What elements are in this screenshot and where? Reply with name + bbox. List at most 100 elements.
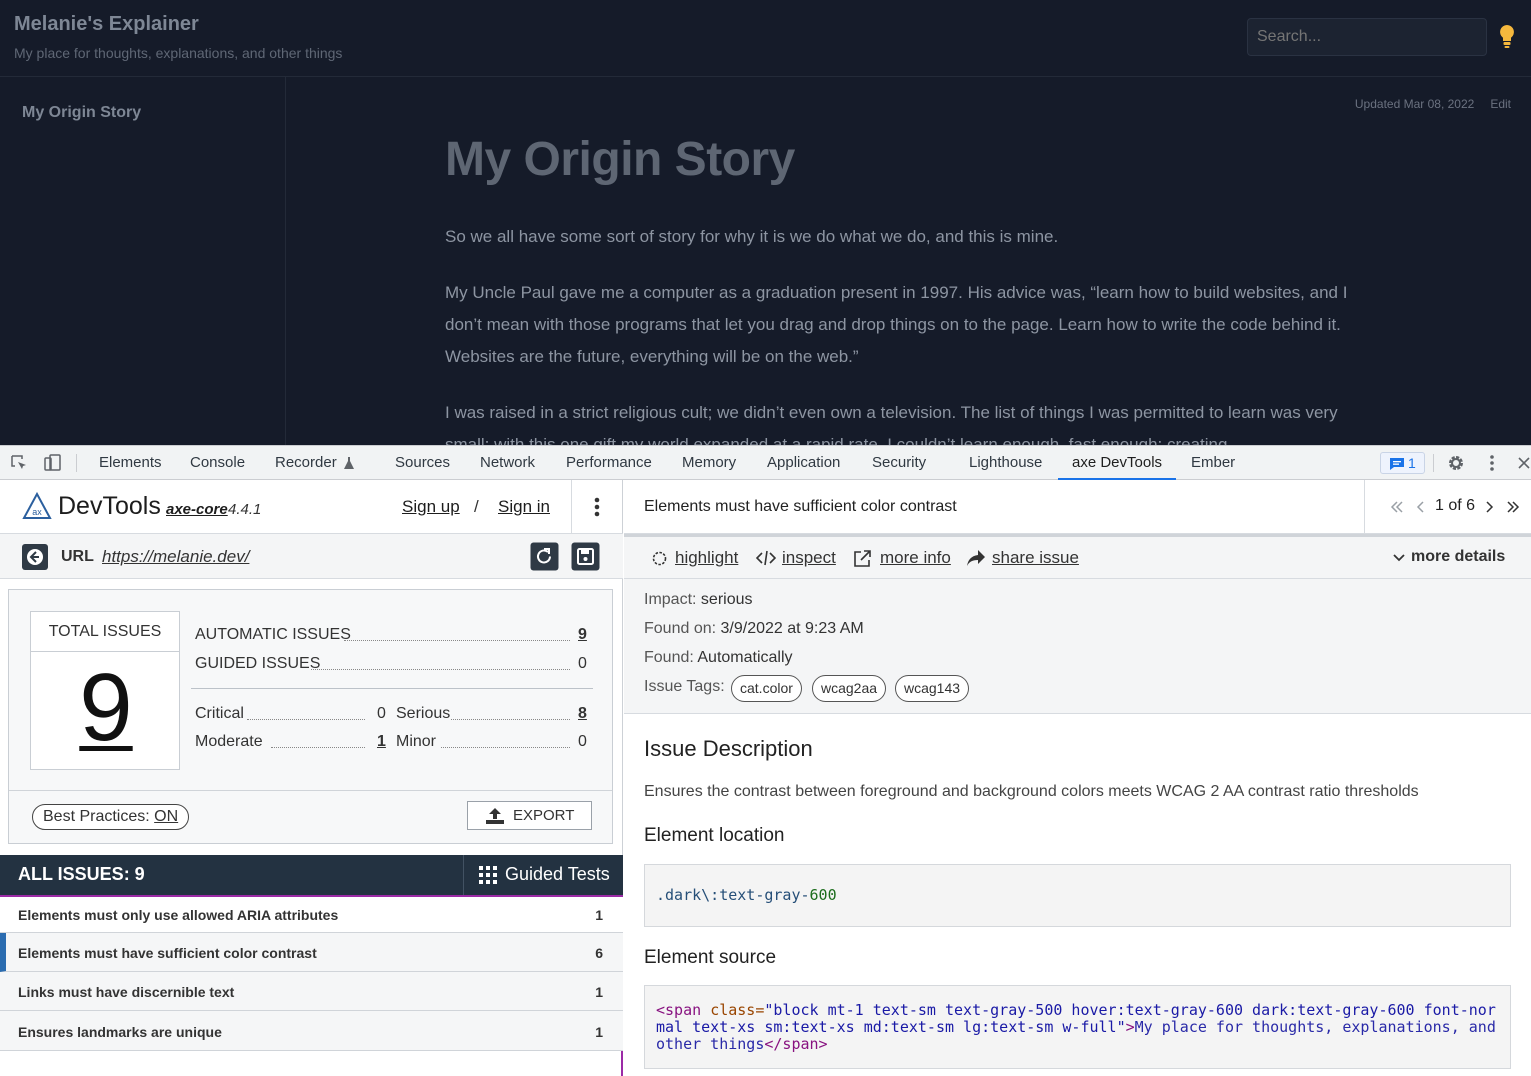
inspect-button[interactable]: inspect	[782, 548, 836, 568]
issue-detail-header: Elements must have sufficient color cont…	[624, 480, 1531, 534]
tab-console[interactable]: Console	[190, 446, 245, 480]
issue-count: 1	[595, 984, 603, 1000]
tab-security[interactable]: Security	[872, 446, 926, 480]
best-practices-value: ON	[154, 808, 179, 825]
search-input[interactable]	[1247, 18, 1487, 56]
grid-icon	[479, 866, 497, 884]
axe-core-link[interactable]: axe-core	[166, 501, 228, 518]
best-practices-label: Best Practices:	[43, 808, 150, 825]
automatic-issues-label: AUTOMATIC ISSUES	[195, 626, 351, 643]
element-source-code[interactable]: <span class="block mt-1 text-sm text-gra…	[644, 985, 1511, 1069]
total-issues-box: TOTAL ISSUES 9	[30, 611, 180, 770]
share-issue-button[interactable]: share issue	[992, 548, 1079, 568]
found-label: Found:	[644, 649, 694, 666]
tab-performance[interactable]: Performance	[566, 446, 652, 480]
rescan-icon[interactable]	[530, 542, 559, 571]
share-icon	[967, 550, 985, 566]
gear-icon[interactable]	[1447, 454, 1465, 472]
issue-row[interactable]: Links must have discernible text 1	[0, 972, 623, 1011]
axe-panel: ax DevTools axe-core 4.4.1 Sign up / Sig…	[0, 480, 1531, 1076]
paragraph-1: So we all have some sort of story for wh…	[445, 227, 1059, 246]
issue-info: Impact: serious Found on: 3/9/2022 at 9:…	[624, 579, 1531, 714]
lightbulb-icon[interactable]	[1498, 24, 1516, 50]
export-button[interactable]: EXPORT	[467, 801, 592, 830]
issue-description-text: Ensures the contrast between foreground …	[644, 783, 1419, 800]
device-toolbar-icon[interactable]	[44, 454, 62, 472]
tab-recorder[interactable]: Recorder	[275, 446, 337, 480]
found-on-value: 3/9/2022 at 9:23 AM	[720, 620, 864, 637]
tab-ember[interactable]: Ember	[1191, 446, 1235, 480]
source-attr-name: class=	[710, 1001, 765, 1019]
source-tag-close: </span>	[764, 1035, 828, 1053]
element-location-heading: Element location	[644, 825, 785, 846]
tab-lighthouse[interactable]: Lighthouse	[969, 446, 1042, 480]
updated-date: Updated Mar 08, 2022	[1354, 97, 1475, 111]
total-issues-count[interactable]: 9	[31, 658, 181, 758]
issue-description-heading: Issue Description	[644, 736, 813, 761]
tab-memory[interactable]: Memory	[682, 446, 736, 480]
moderate-label: Moderate	[195, 733, 263, 750]
moderate-count[interactable]: 1	[377, 733, 386, 751]
axe-brand-name: DevTools	[58, 492, 161, 520]
issue-tag: wcag143	[895, 675, 970, 702]
best-practices-toggle[interactable]: Best Practices: ON	[32, 804, 190, 830]
more-info-button[interactable]: more info	[880, 548, 951, 568]
scanned-url-link[interactable]: https://melanie.dev/	[102, 547, 249, 567]
tab-sources[interactable]: Sources	[395, 446, 450, 480]
tab-network[interactable]: Network	[480, 446, 535, 480]
issue-row[interactable]: Ensures landmarks are unique 1	[0, 1011, 623, 1051]
axe-logo-icon: ax	[22, 492, 52, 519]
issue-summary: TOTAL ISSUES 9 AUTOMATIC ISSUES 9 GUIDED…	[8, 589, 613, 844]
sign-in-link[interactable]: Sign in	[498, 497, 550, 517]
sign-up-link[interactable]: Sign up	[402, 497, 460, 517]
all-issues-header: ALL ISSUES: 9 Guided Tests	[0, 855, 623, 895]
previous-page-icon[interactable]	[1416, 500, 1426, 514]
element-location-code[interactable]: .dark\:text-gray-600	[644, 864, 1511, 927]
axe-left-pane: ax DevTools axe-core 4.4.1 Sign up / Sig…	[0, 480, 623, 1076]
guided-tests-button[interactable]: Guided Tests	[463, 855, 623, 895]
sidebar-item-origin-story[interactable]: My Origin Story	[22, 104, 141, 122]
total-issues-label: TOTAL ISSUES	[31, 612, 179, 652]
toolbar-divider	[1433, 454, 1434, 472]
issues-counter[interactable]: 1	[1380, 452, 1425, 474]
issue-row-selected[interactable]: Elements must have sufficient color cont…	[0, 933, 623, 972]
issue-tag: cat.color	[731, 675, 802, 702]
issue-row[interactable]: Elements must only use allowed ARIA attr…	[0, 895, 623, 933]
page-meta: Updated Mar 08, 2022 Edit	[1339, 97, 1511, 111]
tab-application[interactable]: Application	[767, 446, 840, 480]
highlight-button[interactable]: highlight	[675, 548, 738, 568]
critical-label: Critical	[195, 705, 244, 722]
back-arrow-icon[interactable]	[21, 543, 49, 571]
edit-link[interactable]: Edit	[1490, 97, 1511, 111]
tab-elements[interactable]: Elements	[99, 446, 162, 480]
more-details-button[interactable]: more details	[1411, 548, 1505, 566]
inspect-element-icon[interactable]	[10, 454, 28, 472]
serious-count[interactable]: 8	[578, 705, 587, 723]
highlight-icon	[652, 551, 667, 566]
site-sidebar: My Origin Story	[0, 77, 286, 445]
toolbar-divider	[76, 454, 77, 472]
site-title[interactable]: Melanie's Explainer	[14, 13, 199, 36]
leader-dots	[247, 719, 365, 720]
guided-tests-label: Guided Tests	[505, 864, 610, 884]
last-page-icon[interactable]	[1506, 500, 1520, 514]
leader-dots	[311, 669, 570, 670]
leader-dots	[344, 640, 570, 641]
kebab-menu-icon[interactable]	[1484, 454, 1500, 472]
message-icon	[1390, 458, 1404, 470]
save-icon[interactable]	[571, 542, 600, 571]
summary-divider	[191, 688, 593, 689]
kebab-menu-icon[interactable]	[588, 496, 606, 518]
tab-axe-devtools[interactable]: axe DevTools	[1058, 446, 1177, 480]
close-icon[interactable]	[1517, 456, 1531, 470]
automatic-issues-count[interactable]: 9	[578, 626, 587, 644]
issue-count: 6	[595, 945, 603, 961]
devtools-tabbar: Elements Console Recorder Sources Networ…	[0, 445, 1531, 480]
critical-count: 0	[377, 705, 386, 722]
paragraph-2: My Uncle Paul gave me a computer as a gr…	[445, 283, 1348, 366]
next-page-icon[interactable]	[1484, 500, 1494, 514]
first-page-icon[interactable]	[1390, 500, 1404, 514]
source-tag-open: <span	[656, 1001, 711, 1019]
issue-list: Elements must only use allowed ARIA attr…	[0, 895, 623, 1076]
issue-count: 1	[595, 1024, 603, 1040]
